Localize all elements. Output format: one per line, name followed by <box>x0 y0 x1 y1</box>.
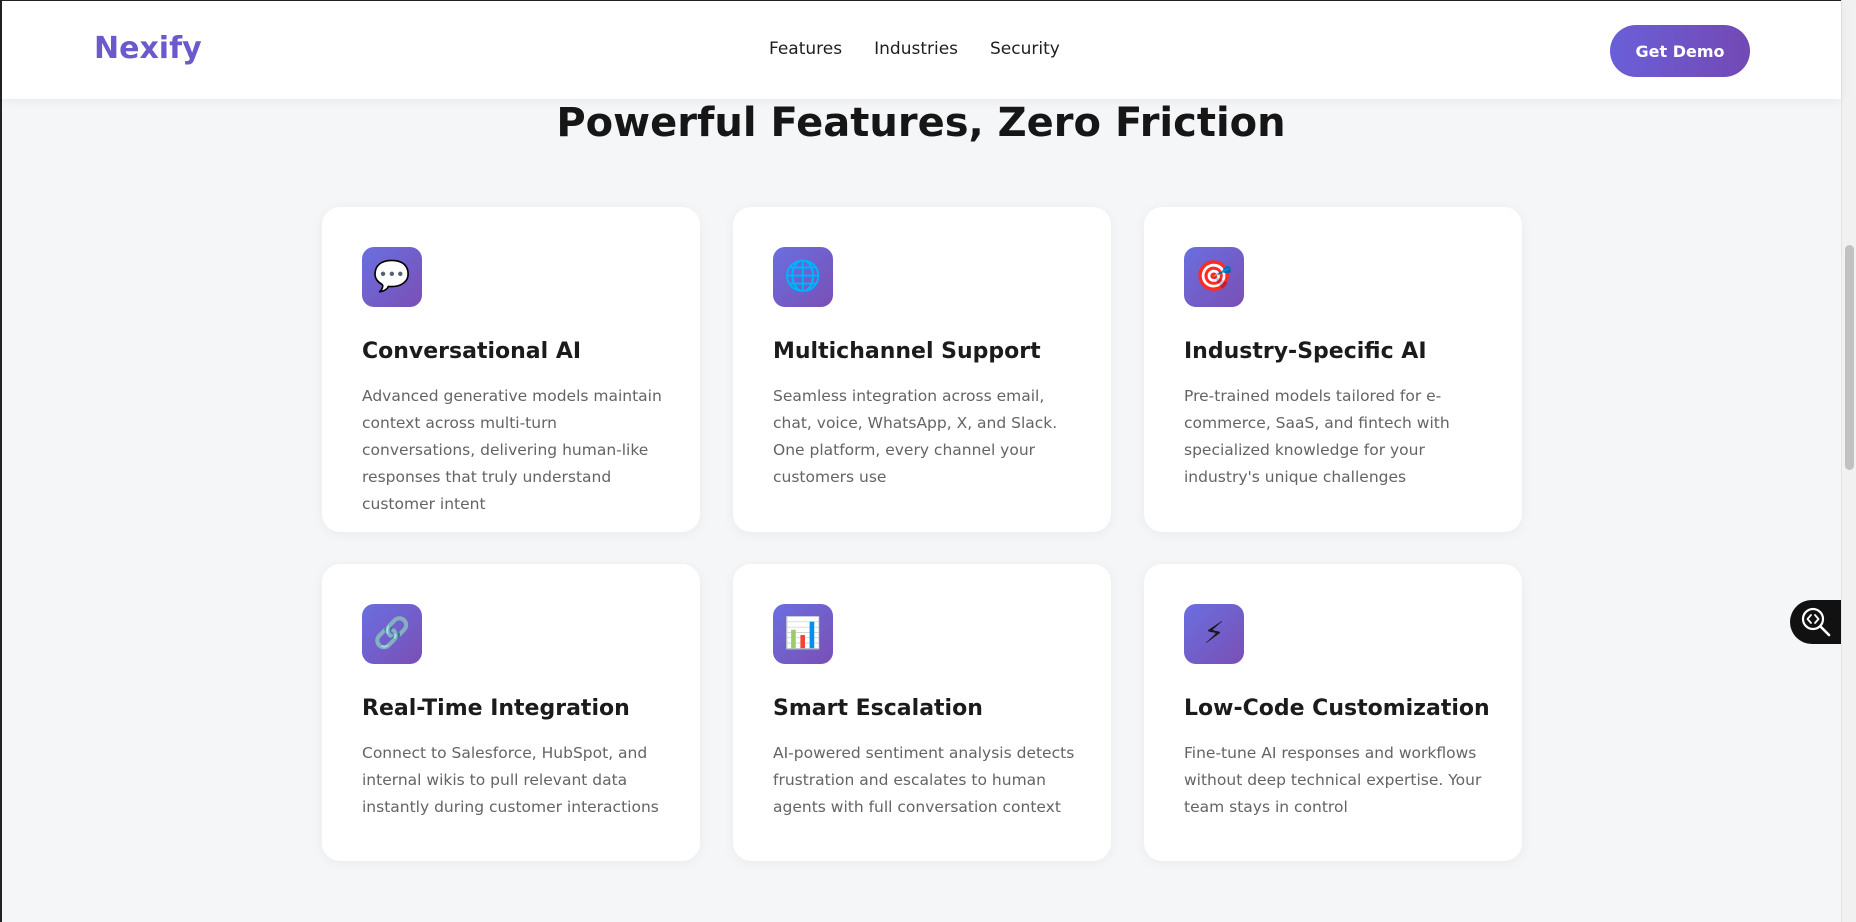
section-title: Powerful Features, Zero Friction <box>556 100 1286 146</box>
feature-description: Seamless integration across email, chat,… <box>773 387 1058 486</box>
code-search-icon <box>1801 607 1831 637</box>
target-icon: 🎯 <box>1184 247 1244 307</box>
main-nav: Features Industries Security <box>769 39 1060 59</box>
scrollbar-thumb[interactable] <box>1845 245 1854 470</box>
nav-link-security[interactable]: Security <box>990 39 1060 59</box>
globe-icon: 🌐 <box>773 247 833 307</box>
feature-description: Fine-tune AI responses and workflows wit… <box>1184 744 1482 816</box>
feature-description: AI-powered sentiment analysis detects fr… <box>773 744 1075 816</box>
feature-title: Conversational AI <box>362 339 582 364</box>
feature-description: Pre-trained models tailored for e-commer… <box>1184 387 1450 486</box>
feature-card-conversational-ai: 💬 Conversational AI Advanced generative … <box>322 207 700 532</box>
feature-card-multichannel-support: 🌐 Multichannel Support Seamless integrat… <box>733 207 1111 532</box>
feature-card-low-code-customization: ⚡ Low-Code Customization Fine-tune AI re… <box>1144 564 1522 861</box>
feature-card-smart-escalation: 📊 Smart Escalation AI-powered sentiment … <box>733 564 1111 861</box>
feature-card-real-time-integration: 🔗 Real-Time Integration Connect to Sales… <box>322 564 700 861</box>
vertical-scrollbar[interactable] <box>1841 0 1856 922</box>
logo[interactable]: Nexify <box>94 31 202 66</box>
feature-title: Low-Code Customization <box>1184 696 1490 721</box>
feature-description: Advanced generative models maintain cont… <box>362 387 662 513</box>
nav-link-industries[interactable]: Industries <box>874 39 958 59</box>
feature-card-industry-specific-ai: 🎯 Industry-Specific AI Pre-trained model… <box>1144 207 1522 532</box>
feature-title: Multichannel Support <box>773 339 1041 364</box>
get-demo-button[interactable]: Get Demo <box>1610 25 1750 77</box>
link-icon: 🔗 <box>362 604 422 664</box>
speech-bubble-icon: 💬 <box>362 247 422 307</box>
floating-inspect-button[interactable] <box>1790 600 1842 644</box>
feature-title: Industry-Specific AI <box>1184 339 1427 364</box>
feature-title: Real-Time Integration <box>362 696 630 721</box>
site-header: Nexify Features Industries Security Get … <box>2 1 1841 99</box>
feature-title: Smart Escalation <box>773 696 983 721</box>
feature-description: Connect to Salesforce, HubSpot, and inte… <box>362 744 659 816</box>
nav-link-features[interactable]: Features <box>769 39 842 59</box>
bar-chart-icon: 📊 <box>773 604 833 664</box>
lightning-icon: ⚡ <box>1184 604 1244 664</box>
